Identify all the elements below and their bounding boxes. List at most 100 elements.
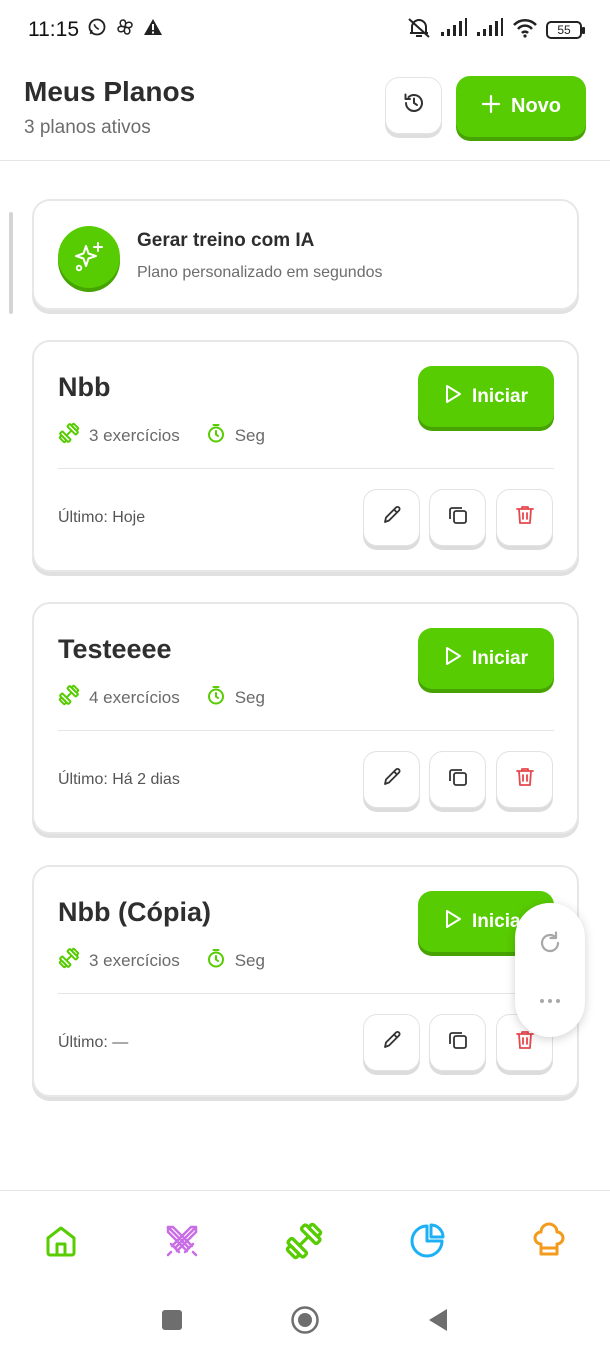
floating-panel (515, 903, 585, 1037)
plus-icon (481, 94, 501, 120)
delete-button[interactable] (496, 489, 553, 546)
dumbbell-icon (284, 1221, 324, 1266)
plan-days: Seg (206, 948, 265, 973)
exercise-count-label: 3 exercícios (89, 950, 180, 970)
duplicate-button[interactable] (429, 489, 486, 546)
new-plan-button[interactable]: Novo (456, 76, 586, 137)
exercise-count-label: 3 exercícios (89, 425, 180, 445)
play-icon (444, 909, 462, 935)
scroll-indicator[interactable] (9, 212, 13, 314)
dumbbell-icon (58, 947, 80, 974)
exercise-count-label: 4 exercícios (89, 687, 180, 707)
back-triangle-icon (427, 1308, 449, 1337)
dumbbell-icon (58, 684, 80, 711)
recents-button[interactable] (160, 1309, 184, 1336)
nav-stats[interactable] (407, 1223, 447, 1263)
last-workout-label: Último: — (58, 1034, 129, 1051)
edit-button[interactable] (363, 1014, 420, 1071)
status-time: 11:15 (28, 18, 79, 41)
play-icon (444, 646, 462, 672)
plan-meta: 3 exercícios Seg (58, 947, 265, 974)
more-icon[interactable] (536, 993, 564, 1011)
plan-meta: 4 exercícios Seg (58, 684, 265, 711)
signal-icon-2 (476, 17, 504, 43)
dumbbell-icon (58, 422, 80, 449)
exercise-count: 3 exercícios (58, 947, 180, 974)
stopwatch-icon (206, 423, 226, 448)
card-divider (58, 730, 554, 731)
warning-icon (143, 17, 163, 43)
edit-button[interactable] (363, 489, 420, 546)
copy-icon (447, 504, 469, 531)
stopwatch-icon (206, 685, 226, 710)
circle-icon (290, 1305, 320, 1340)
start-button[interactable]: Iniciar (418, 366, 554, 427)
trash-icon (515, 504, 535, 531)
copy-icon (447, 1029, 469, 1056)
start-button-label: Iniciar (472, 647, 528, 669)
plan-days-label: Seg (234, 687, 265, 707)
pie-chart-icon (408, 1222, 446, 1265)
pencil-icon (381, 766, 403, 793)
card-divider (58, 993, 554, 994)
play-icon (444, 384, 462, 410)
last-workout-label: Último: Hoje (58, 509, 146, 526)
home-system-button[interactable] (290, 1305, 320, 1340)
ai-generate-card[interactable]: Gerar treino com IA Plano personalizado … (32, 199, 579, 310)
pencil-icon (381, 1029, 403, 1056)
signal-icon (440, 17, 468, 43)
nav-workouts[interactable] (284, 1221, 324, 1266)
crossed-swords-icon (163, 1222, 201, 1265)
plan-days: Seg (206, 423, 265, 448)
status-bar: 11:15 55 (0, 0, 610, 60)
home-icon (43, 1223, 79, 1264)
duplicate-button[interactable] (429, 751, 486, 808)
plan-days: Seg (206, 685, 265, 710)
nav-nutrition[interactable] (529, 1222, 569, 1265)
wifi-icon (512, 18, 538, 43)
ai-card-subtitle: Plano personalizado em segundos (137, 264, 383, 281)
pinwheel-icon (115, 17, 135, 43)
plan-meta: 3 exercícios Seg (58, 422, 265, 449)
battery-indicator: 55 (546, 21, 585, 39)
stopwatch-icon (206, 948, 226, 973)
plan-days-label: Seg (234, 950, 265, 970)
plan-card[interactable]: Nbb (Cópia) 3 exercícios Seg Iniciar Últ… (32, 865, 579, 1097)
plan-name: Nbb (Cópia) (58, 897, 211, 927)
delete-button[interactable] (496, 751, 553, 808)
plan-name: Testeeee (58, 634, 172, 664)
square-icon (161, 1309, 183, 1336)
card-divider (58, 468, 554, 469)
system-nav (0, 1290, 610, 1356)
history-icon (402, 91, 426, 120)
ai-card-title: Gerar treino com IA (137, 230, 315, 251)
nav-battle[interactable] (162, 1223, 202, 1263)
trash-icon (515, 1029, 535, 1056)
status-right: 55 (406, 17, 585, 44)
history-button[interactable] (385, 77, 442, 134)
new-plan-label: Novo (511, 95, 561, 117)
pencil-icon (381, 504, 403, 531)
sparkles-icon (58, 226, 120, 288)
back-button[interactable] (426, 1308, 450, 1337)
page-title: Meus Planos (24, 76, 196, 107)
status-left: 11:15 (28, 17, 163, 43)
edit-button[interactable] (363, 751, 420, 808)
nav-home[interactable] (41, 1223, 81, 1263)
page-subtitle: 3 planos ativos (24, 117, 151, 138)
start-button-label: Iniciar (472, 385, 528, 407)
header: Meus Planos 3 planos ativos Novo (0, 60, 610, 161)
last-workout-label: Último: Há 2 dias (58, 771, 180, 788)
refresh-icon[interactable] (536, 929, 564, 962)
exercise-count: 4 exercícios (58, 684, 180, 711)
plan-days-label: Seg (234, 425, 265, 445)
muted-bell-icon (406, 17, 432, 44)
plan-card[interactable]: Testeeee 4 exercícios Seg Iniciar Último… (32, 602, 579, 834)
plan-name: Nbb (58, 372, 111, 402)
whatsapp-icon (87, 17, 107, 43)
chef-hat-icon (530, 1222, 568, 1265)
trash-icon (515, 766, 535, 793)
start-button[interactable]: Iniciar (418, 628, 554, 689)
plan-card[interactable]: Nbb 3 exercícios Seg Iniciar Último: Hoj… (32, 340, 579, 572)
duplicate-button[interactable] (429, 1014, 486, 1071)
